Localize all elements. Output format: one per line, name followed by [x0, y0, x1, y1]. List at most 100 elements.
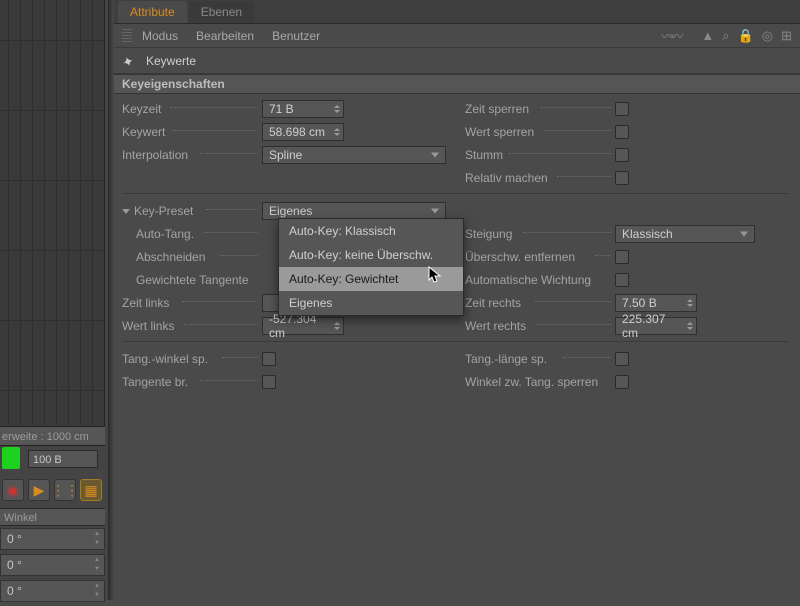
value-wert-links: -527.304 cm: [269, 312, 329, 340]
dropdown-steigung[interactable]: Klassisch: [615, 225, 755, 243]
input-keyzeit[interactable]: 71 B: [262, 100, 344, 118]
label-tang-winkel-sp: Tang.-winkel sp.: [122, 352, 262, 366]
disclosure-icon[interactable]: [122, 209, 130, 214]
new-window-icon[interactable]: ⊞: [781, 28, 792, 44]
timeline-status: erweite : 1000 cm: [0, 426, 105, 446]
label-wert-sperren: Wert sperren: [465, 125, 615, 139]
option-auto-key-klassisch[interactable]: Auto-Key: Klassisch: [279, 219, 463, 243]
search-icon[interactable]: ⌕: [722, 28, 729, 44]
frame-input[interactable]: 100 B: [28, 450, 98, 468]
angle-value-3: 0 °: [7, 584, 22, 598]
checkbox-stumm[interactable]: [615, 148, 629, 162]
angle-field-3[interactable]: 0 ° ▲▼: [0, 580, 105, 602]
menu-bearbeiten[interactable]: Bearbeiten: [196, 29, 254, 43]
label-steigung: Steigung: [465, 227, 615, 241]
checkbox-tang-laenge-sp[interactable]: [615, 352, 629, 366]
label-wert-links: Wert links: [122, 319, 262, 333]
checkbox-winkel-zw[interactable]: [615, 375, 629, 389]
checkbox-wert-sperren[interactable]: [615, 125, 629, 139]
chevron-down-icon: [431, 153, 439, 158]
winkel-section-label: Winkel: [0, 508, 105, 526]
value-keyzeit: 71 B: [269, 102, 294, 116]
chevron-down-icon: [740, 232, 748, 237]
label-tangente-br: Tangente br.: [122, 375, 262, 389]
angle-field-2[interactable]: 0 ° ▲▼: [0, 554, 105, 576]
input-keywert[interactable]: 58.698 cm: [262, 123, 344, 141]
playhead-marker[interactable]: [2, 447, 20, 469]
spinner-icon[interactable]: ▲▼: [92, 556, 102, 574]
checkbox-relativ[interactable]: [615, 171, 629, 185]
angle-value-1: 0 °: [7, 532, 22, 546]
label-auto-tang: Auto-Tang.: [122, 227, 262, 241]
timeline-sidebar: erweite : 1000 cm 100 B ◉ ▶ ⋮⋮ ▦ Winkel …: [0, 0, 108, 600]
spinner-icon[interactable]: ▲▼: [92, 530, 102, 548]
value-steigung: Klassisch: [622, 227, 673, 241]
input-wert-links[interactable]: -527.304 cm: [262, 317, 344, 335]
section-keyeigenschaften: Keyeigenschaften: [114, 74, 800, 94]
spinner-icon[interactable]: [332, 101, 342, 117]
chevron-down-icon: [431, 209, 439, 214]
angle-value-2: 0 °: [7, 558, 22, 572]
separator: [122, 341, 788, 342]
spinner-icon[interactable]: [685, 318, 695, 334]
label-zeit-links: Zeit links: [122, 296, 262, 310]
play-icon[interactable]: ▶: [28, 479, 50, 501]
grip-icon[interactable]: [122, 29, 132, 43]
spinner-icon[interactable]: ▲▼: [92, 582, 102, 600]
timeline-grid[interactable]: [0, 0, 105, 436]
label-winkel-zw: Winkel zw. Tang. sperren: [465, 375, 615, 389]
input-zeit-rechts[interactable]: 7.50 B: [615, 294, 697, 312]
label-keywert: Keywert: [122, 125, 262, 139]
label-auto-wicht: Automatische Wichtung: [465, 273, 615, 287]
sub-header-label: Keywerte: [146, 54, 196, 68]
spinner-icon[interactable]: [685, 295, 695, 311]
value-keywert: 58.698 cm: [269, 125, 325, 139]
up-arrow-icon[interactable]: ▲: [701, 28, 714, 43]
option-auto-key-keine-ueberschw[interactable]: Auto-Key: keine Überschw.: [279, 243, 463, 267]
spinner-icon[interactable]: [332, 318, 342, 334]
tab-ebenen[interactable]: Ebenen: [189, 1, 254, 23]
label-key-preset: Key-Preset: [122, 204, 262, 218]
dropdown-popup[interactable]: Auto-Key: Klassisch Auto-Key: keine Über…: [278, 218, 464, 316]
tab-attribute[interactable]: Attribute: [118, 1, 187, 23]
value-zeit-rechts: 7.50 B: [622, 296, 657, 310]
value-key-preset: Eigenes: [269, 204, 312, 218]
option-auto-key-gewichtet[interactable]: Auto-Key: Gewichtet: [279, 267, 463, 291]
checkbox-tang-winkel-sp[interactable]: [262, 352, 276, 366]
label-zeit-sperren: Zeit sperren: [465, 102, 615, 116]
label-interpolation: Interpolation: [122, 148, 262, 162]
dropdown-interpolation[interactable]: Spline: [262, 146, 446, 164]
history-icon[interactable]: 〰〰: [661, 26, 679, 45]
spinner-icon[interactable]: [332, 124, 342, 140]
checkbox-zeit-sperren[interactable]: [615, 102, 629, 116]
label-stumm: Stumm: [465, 148, 615, 162]
menu-benutzer[interactable]: Benutzer: [272, 29, 320, 43]
separator: [122, 193, 788, 194]
label-wert-rechts: Wert rechts: [465, 319, 615, 333]
record-icon[interactable]: ◉: [2, 479, 24, 501]
sub-header: ✦ Keywerte: [114, 48, 800, 74]
label-relativ: Relativ machen: [465, 171, 615, 185]
filmstrip-icon[interactable]: ▦: [80, 479, 102, 501]
label-zeit-rechts: Zeit rechts: [465, 296, 615, 310]
label-abschneiden: Abschneiden: [122, 250, 262, 264]
lock-icon[interactable]: 🔒: [738, 28, 754, 44]
label-keyzeit: Keyzeit: [122, 102, 262, 116]
label-gewichtete-tangente: Gewichtete Tangente: [122, 273, 262, 287]
input-wert-rechts[interactable]: 225.307 cm: [615, 317, 697, 335]
value-wert-rechts: 225.307 cm: [622, 312, 682, 340]
angle-field-1[interactable]: 0 ° ▲▼: [0, 528, 105, 550]
grid-icon[interactable]: ⋮⋮: [54, 479, 76, 501]
menu-modus[interactable]: Modus: [142, 29, 178, 43]
menu-bar: Modus Bearbeiten Benutzer 〰〰 ▲ ⌕ 🔒 ◎ ⊞: [114, 24, 800, 48]
checkbox-ueberschw[interactable]: [615, 250, 629, 264]
option-eigenes[interactable]: Eigenes: [279, 291, 463, 315]
tab-bar: Attribute Ebenen: [114, 0, 800, 24]
checkbox-tangente-br[interactable]: [262, 375, 276, 389]
value-interpolation: Spline: [269, 148, 302, 162]
label-tang-laenge-sp: Tang.-länge sp.: [465, 352, 615, 366]
timeline-toolbar: ◉ ▶ ⋮⋮ ▦: [0, 475, 105, 505]
target-icon[interactable]: ◎: [762, 28, 773, 44]
attribute-manager: Attribute Ebenen Modus Bearbeiten Benutz…: [108, 0, 800, 600]
checkbox-auto-wicht[interactable]: [615, 273, 629, 287]
